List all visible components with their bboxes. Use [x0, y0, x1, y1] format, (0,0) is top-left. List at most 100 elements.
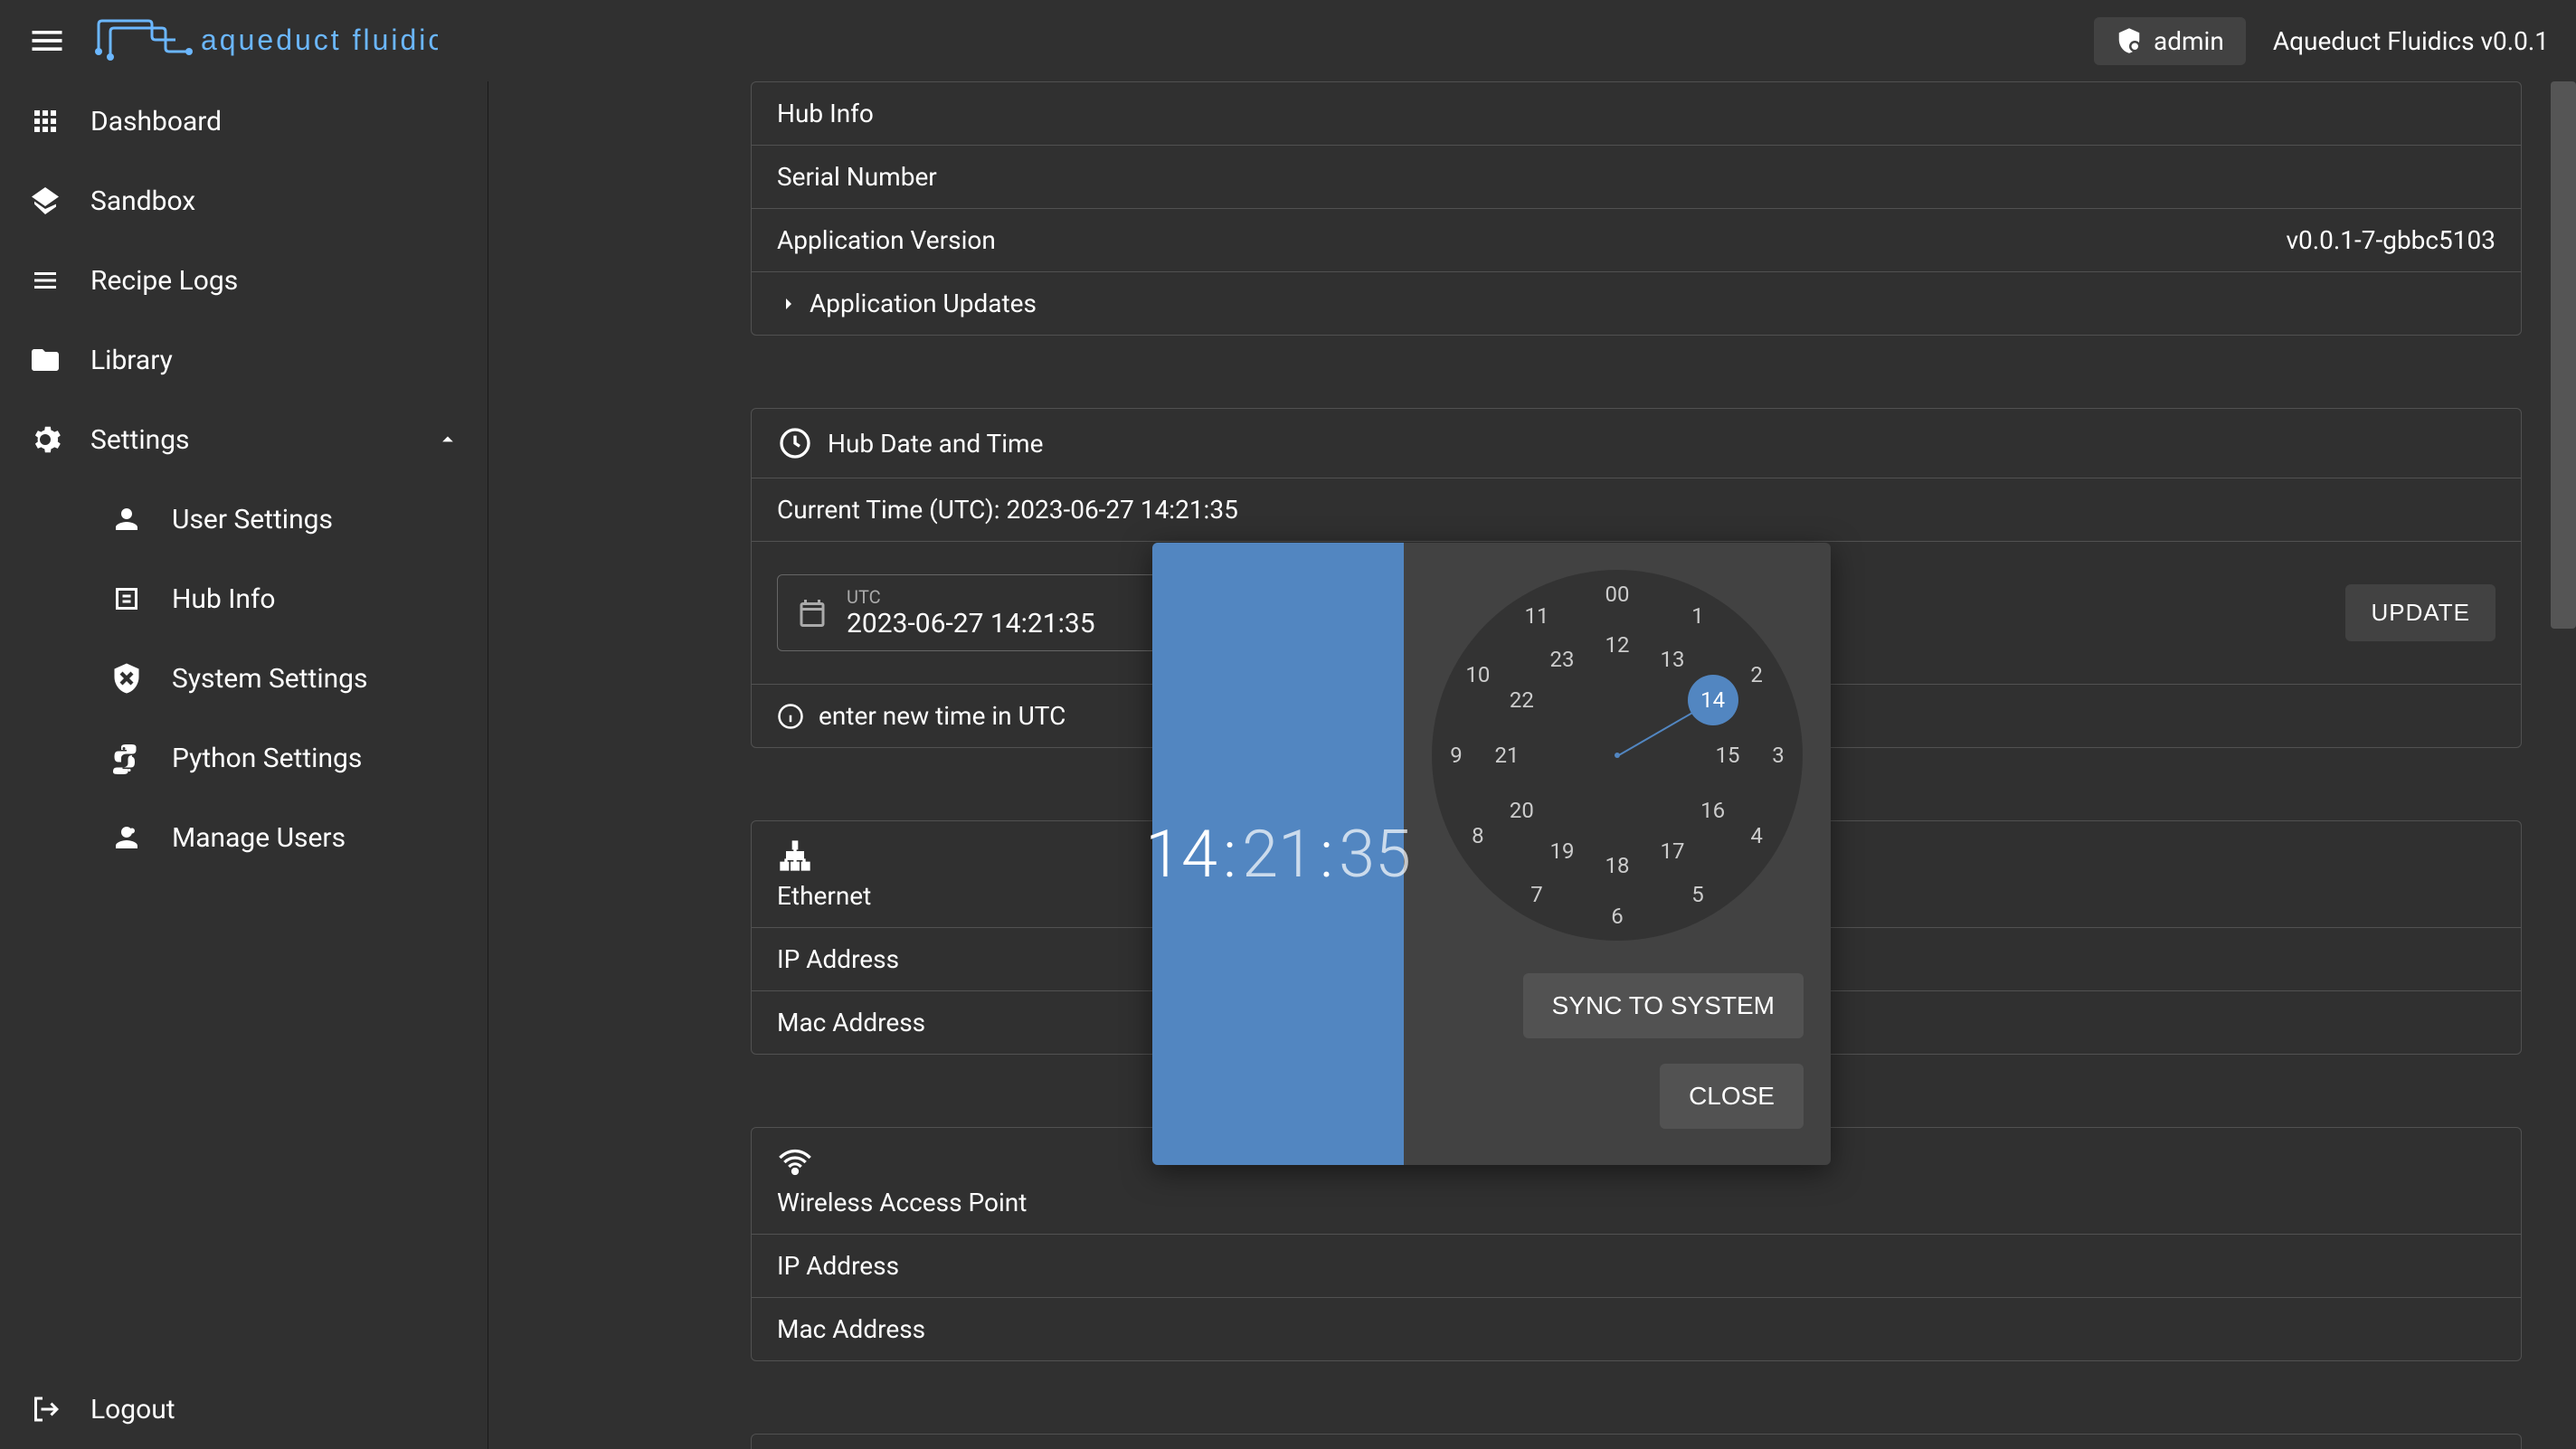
app-version-label: Application Version: [777, 225, 996, 255]
clock-hour-17[interactable]: 17: [1653, 831, 1692, 871]
wap-mac-label: Mac Address: [777, 1314, 925, 1344]
clock-hour-12[interactable]: 12: [1597, 625, 1637, 665]
wifi-icon: [777, 1144, 813, 1180]
hub-info-card: Hub Info Serial Number Application Versi…: [751, 81, 2522, 336]
sidebar-item-label: Logout: [90, 1394, 175, 1425]
sidebar-item-hub-info[interactable]: Hub Info: [0, 559, 488, 639]
clock-face[interactable]: 001234567891011121314151617181920212223: [1432, 570, 1803, 941]
dialog-buttons: SYNC TO SYSTEM CLOSE: [1431, 973, 1804, 1129]
clock-hour-10[interactable]: 10: [1458, 655, 1498, 695]
scrollbar-track[interactable]: [2551, 81, 2576, 1449]
minute-segment[interactable]: 21: [1242, 816, 1314, 893]
close-button[interactable]: CLOSE: [1660, 1064, 1804, 1129]
admin-shield-icon: [2116, 27, 2143, 54]
wap-ip-label: IP Address: [777, 1251, 899, 1281]
clock-hour-14[interactable]: 14: [1688, 675, 1738, 725]
sidebar-item-label: Sandbox: [90, 185, 195, 217]
clock-hour-1[interactable]: 1: [1678, 596, 1718, 636]
clock-hour-20[interactable]: 20: [1501, 791, 1541, 830]
sidebar-item-manage-users[interactable]: Manage Users: [0, 798, 488, 877]
hamburger-menu-button[interactable]: [27, 21, 67, 61]
system-settings-icon: [109, 662, 145, 695]
clock-hour-18[interactable]: 18: [1597, 846, 1637, 886]
svg-text:aqueduct fluidics: aqueduct fluidics: [201, 24, 438, 56]
time-display: 14 : 21 : 35: [1145, 816, 1411, 893]
clock-hour-6[interactable]: 6: [1597, 896, 1637, 936]
clock-hour-15[interactable]: 15: [1708, 735, 1747, 775]
ethernet-icon: [777, 838, 813, 874]
info-text: enter new time in UTC: [819, 701, 1065, 731]
clock-hour-7[interactable]: 7: [1517, 875, 1557, 914]
sidebar-item-settings[interactable]: Settings: [0, 400, 488, 479]
clock-panel: 001234567891011121314151617181920212223 …: [1404, 543, 1831, 1165]
clock-hour-8[interactable]: 8: [1458, 816, 1498, 856]
clock-hour-11[interactable]: 11: [1517, 596, 1557, 636]
sidebar-item-library[interactable]: Library: [0, 320, 488, 400]
ethernet-mac-label: Mac Address: [777, 1008, 925, 1037]
update-button[interactable]: UPDATE: [2345, 584, 2496, 641]
admin-badge[interactable]: admin: [2094, 17, 2246, 65]
dashboard-icon: [27, 105, 63, 137]
time-picker-dialog: 14 : 21 : 35 001234567891011121314151617…: [1152, 543, 1831, 1165]
second-segment[interactable]: 35: [1339, 816, 1411, 893]
sidebar-item-label: System Settings: [172, 663, 368, 695]
app-version-value: v0.0.1-7-gbbc5103: [2286, 225, 2496, 255]
sidebar-item-python-settings[interactable]: Python Settings: [0, 718, 488, 798]
python-icon: [109, 742, 145, 774]
sidebar-item-label: User Settings: [172, 504, 333, 535]
ethernet-title: Ethernet: [777, 881, 871, 911]
clock-hour-4[interactable]: 4: [1737, 816, 1776, 856]
clock-hour-22[interactable]: 22: [1501, 680, 1541, 720]
clock-hour-23[interactable]: 23: [1542, 639, 1582, 679]
calendar-icon: [796, 597, 829, 630]
utc-label: UTC: [847, 586, 1095, 608]
app-version-label: Aqueduct Fluidics v0.0.1: [2273, 26, 2549, 56]
menu-icon: [27, 21, 67, 61]
clock-hour-2[interactable]: 2: [1737, 655, 1776, 695]
datetime-field-wrap: UTC 2023-06-27 14:21:35: [847, 586, 1095, 639]
sidebar-item-user-settings[interactable]: User Settings: [0, 479, 488, 559]
datetime-value: 2023-06-27 14:21:35: [847, 608, 1095, 639]
date-time-title: Hub Date and Time: [828, 429, 1043, 459]
hour-segment[interactable]: 14: [1145, 816, 1217, 893]
ethernet-ip-label: IP Address: [777, 944, 899, 974]
app-logo: aqueduct fluidics: [94, 14, 438, 68]
sidebar-item-label: Manage Users: [172, 822, 346, 854]
wifi-card: WiFi IP Address Mac Address ESSID Find N…: [751, 1434, 2522, 1449]
wap-title: Wireless Access Point: [777, 1188, 1027, 1217]
serial-number-label: Serial Number: [777, 162, 937, 192]
sidebar-item-sandbox[interactable]: Sandbox: [0, 161, 488, 241]
user-icon: [109, 503, 145, 535]
hub-info-icon: [109, 582, 145, 615]
clock-hour-3[interactable]: 3: [1758, 735, 1798, 775]
wap-ip-row: IP Address: [752, 1235, 2521, 1298]
sidebar-item-recipe-logs[interactable]: Recipe Logs: [0, 241, 488, 320]
clock-hour-19[interactable]: 19: [1542, 831, 1582, 871]
logout-icon: [27, 1393, 63, 1425]
serial-number-row: Serial Number: [752, 146, 2521, 209]
clock-hour-00[interactable]: 00: [1597, 574, 1637, 614]
sidebar-item-dashboard[interactable]: Dashboard: [0, 81, 488, 161]
sidebar-item-logout[interactable]: Logout: [0, 1369, 488, 1449]
info-icon: [777, 703, 804, 730]
chevron-right-icon: [777, 293, 799, 315]
clock-hour-16[interactable]: 16: [1693, 791, 1733, 830]
header-right: admin Aqueduct Fluidics v0.0.1: [2094, 17, 2549, 65]
settings-submenu: User Settings Hub Info System Settings P…: [0, 479, 488, 877]
sync-to-system-button[interactable]: SYNC TO SYSTEM: [1523, 973, 1804, 1038]
app-updates-row[interactable]: Application Updates: [752, 272, 2521, 335]
wifi-header: WiFi: [752, 1435, 2521, 1449]
current-time-label: Current Time (UTC): 2023-06-27 14:21:35: [777, 495, 1238, 525]
clock-hour-13[interactable]: 13: [1653, 639, 1692, 679]
datetime-input[interactable]: UTC 2023-06-27 14:21:35: [777, 574, 1211, 651]
clock-hour-5[interactable]: 5: [1678, 875, 1718, 914]
clock-hour-21[interactable]: 21: [1487, 735, 1527, 775]
date-time-header: Hub Date and Time: [752, 409, 2521, 478]
time-separator: :: [1223, 816, 1236, 893]
scrollbar-thumb[interactable]: [2551, 81, 2576, 629]
app-updates-label: Application Updates: [810, 289, 1037, 318]
sidebar-item-label: Dashboard: [90, 106, 222, 137]
sidebar-item-system-settings[interactable]: System Settings: [0, 639, 488, 718]
clock-hour-9[interactable]: 9: [1436, 735, 1476, 775]
sidebar-item-label: Library: [90, 345, 173, 376]
